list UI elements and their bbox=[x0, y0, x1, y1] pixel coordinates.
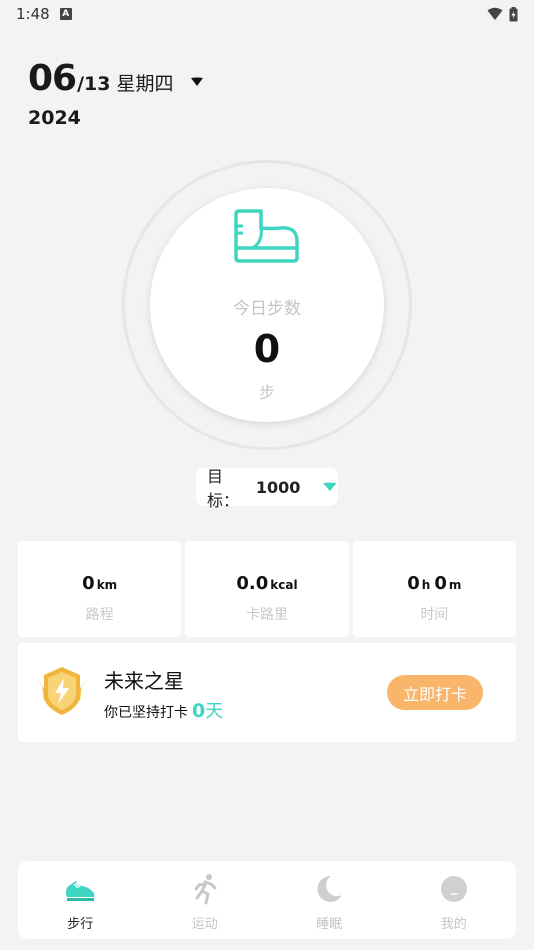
sneaker-icon bbox=[66, 881, 95, 901]
goal-label: 目标： bbox=[207, 467, 240, 510]
tab-sleep[interactable]: 睡眠 bbox=[267, 861, 392, 939]
battery-icon bbox=[509, 6, 518, 21]
notification-a-icon: A bbox=[59, 8, 72, 20]
stat-card-distance: 0 km 路程 bbox=[18, 541, 182, 637]
checkin-days: 0 bbox=[192, 700, 206, 722]
boot-icon bbox=[234, 209, 299, 263]
goal-selector[interactable]: 目标： 1000 bbox=[196, 467, 338, 510]
stat-distance-number: 0 bbox=[82, 573, 95, 594]
date-weekday: 星期四 bbox=[116, 73, 174, 95]
checkin-card: 未来之星 你已坚持打卡 0 天 立即打卡 bbox=[18, 643, 516, 742]
tab-walk-label: 步行 bbox=[67, 917, 94, 932]
stat-calories-value: 0.0 kcal bbox=[236, 573, 297, 594]
moon-icon bbox=[317, 875, 343, 902]
checkin-button[interactable]: 立即打卡 bbox=[387, 675, 483, 710]
steps-unit: 步 bbox=[258, 383, 275, 402]
bottom-tab-bar: 步行 运动 睡眠 我的 bbox=[18, 861, 516, 939]
profile-icon bbox=[440, 876, 467, 902]
stat-distance-value: 0 km bbox=[82, 573, 117, 594]
date-month: /13 bbox=[77, 73, 111, 95]
stat-time-hours: 0 bbox=[407, 573, 420, 594]
wifi-icon bbox=[487, 7, 503, 20]
tab-exercise[interactable]: 运动 bbox=[143, 861, 268, 939]
status-left: 1:48 A bbox=[16, 5, 72, 23]
checkin-title: 未来之星 bbox=[104, 669, 184, 693]
stat-card-calories: 0.0 kcal 卡路里 bbox=[185, 541, 349, 637]
tab-profile[interactable]: 我的 bbox=[392, 861, 517, 939]
date-year: 2024 bbox=[28, 107, 81, 129]
stat-calories-label: 卡路里 bbox=[245, 607, 288, 623]
checkin-days-unit: 天 bbox=[205, 701, 224, 722]
date-header[interactable]: 06 /13 星期四 2024 bbox=[28, 58, 204, 129]
tab-exercise-label: 运动 bbox=[191, 917, 218, 932]
stat-time-label: 时间 bbox=[420, 607, 449, 623]
date-row: 06 /13 星期四 bbox=[28, 58, 204, 99]
stats-row: 0 km 路程 0.0 kcal 卡路里 0 h 0 m 时间 bbox=[18, 541, 516, 637]
tab-walk[interactable]: 步行 bbox=[18, 861, 143, 939]
caret-down-icon bbox=[323, 482, 338, 491]
step-ring: 今日步数 0 步 bbox=[150, 188, 384, 422]
status-bar: 1:48 A bbox=[0, 0, 534, 28]
stat-time-minutes: 0 bbox=[434, 573, 447, 594]
status-right bbox=[487, 6, 518, 22]
tab-sleep-label: 睡眠 bbox=[316, 917, 343, 932]
steps-value: 0 bbox=[253, 327, 281, 371]
stat-distance-label: 路程 bbox=[85, 607, 114, 623]
tab-profile-label: 我的 bbox=[440, 917, 467, 932]
stat-time-minutes-unit: m bbox=[448, 578, 462, 592]
stat-card-time: 0 h 0 m 时间 bbox=[352, 541, 516, 637]
lightning-badge-icon bbox=[36, 667, 88, 715]
checkin-sub-text: 你已坚持打卡 bbox=[104, 705, 188, 721]
caret-down-icon[interactable] bbox=[190, 77, 204, 87]
checkin-subtitle: 你已坚持打卡 0 天 bbox=[104, 697, 223, 723]
date-day: 06 bbox=[28, 58, 77, 99]
stat-calories-unit: kcal bbox=[270, 578, 298, 592]
stat-time-hours-unit: h bbox=[421, 578, 431, 592]
stat-distance-unit: km bbox=[96, 578, 118, 592]
running-person-icon bbox=[194, 874, 217, 905]
goal-value: 1000 bbox=[255, 477, 301, 497]
stat-calories-number: 0.0 bbox=[236, 573, 269, 594]
stat-time-value: 0 h 0 m bbox=[407, 573, 461, 594]
steps-label: 今日步数 bbox=[233, 299, 301, 319]
status-time: 1:48 bbox=[16, 5, 50, 23]
